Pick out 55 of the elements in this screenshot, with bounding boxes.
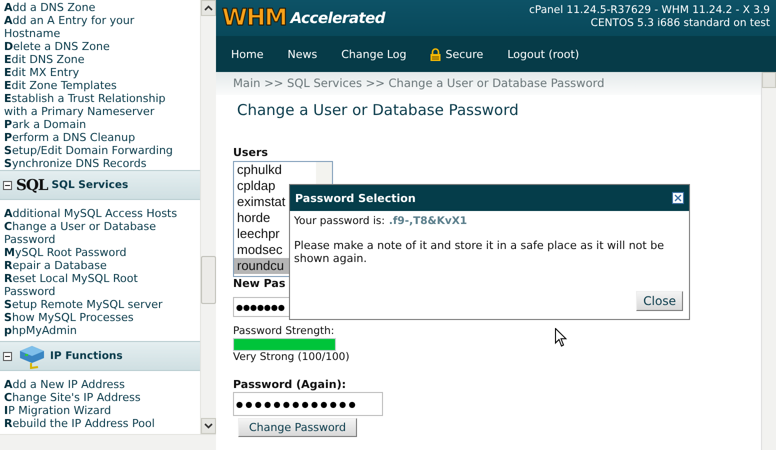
sidebar-link[interactable]: Add a New IP Address (4, 378, 186, 391)
generated-password: .f9-,T8&KvX1 (388, 215, 468, 227)
strength-label: Password Strength: (233, 325, 334, 338)
cursor-icon (555, 328, 567, 347)
section-header[interactable]: SQL SQL Services (0, 170, 200, 200)
sidebar-link[interactable]: Edit Zone Templates (4, 79, 186, 92)
sidebar-link[interactable]: Show MySQL Processes (4, 311, 186, 324)
section-header[interactable]: IP Functions (0, 341, 200, 371)
version-text: CENTOS 5.3 i686 standard on test (590, 17, 770, 30)
sidebar-link[interactable]: Additional MySQL Access Hosts (4, 207, 186, 220)
close-icon[interactable] (672, 192, 684, 204)
section-title: IP Functions (50, 350, 123, 362)
sidebar-link[interactable]: Setup Remote MySQL server (4, 298, 186, 311)
field-label: Password (Again): (233, 378, 347, 391)
sidebar-link[interactable]: Rebuild the IP Address Pool (4, 417, 186, 430)
sql-logo: SQL (16, 176, 48, 194)
sidebar-link[interactable]: Add a DNS Zone (4, 1, 186, 14)
sidebar-link[interactable]: MySQL Root Password (4, 246, 186, 259)
scrollbar-thumb[interactable] (201, 256, 216, 304)
section-title: SQL Services (51, 179, 128, 191)
sidebar-link[interactable]: IP Migration Wizard (4, 404, 186, 417)
sidebar-link[interactable]: Perform a DNS Cleanup (4, 131, 186, 144)
collapse-icon[interactable] (3, 180, 12, 190)
scrollbar[interactable] (0, 434, 216, 450)
nav-link[interactable]: News (287, 48, 318, 60)
list-option[interactable]: cphulkd (234, 162, 316, 178)
nav-link[interactable]: Home (231, 48, 264, 60)
close-button[interactable]: Close (636, 291, 683, 311)
sidebar-link[interactable]: Setup/Edit Domain Forwarding (4, 144, 186, 157)
scrollbar[interactable] (200, 0, 216, 434)
collapse-icon[interactable] (3, 352, 12, 360)
field-label: Users (233, 146, 269, 159)
sidebar-link[interactable]: Park a Domain (4, 118, 186, 131)
sidebar-link[interactable]: Change Site's IP Address (4, 391, 186, 404)
sidebar-link[interactable]: Edit MX Entry (4, 66, 186, 79)
lock-icon (430, 48, 442, 60)
sidebar-link[interactable]: phpMyAdmin (4, 324, 186, 337)
scroll-up-icon[interactable] (204, 5, 213, 11)
strength-reading: Very Strong (100/100) (233, 351, 350, 364)
sidebar-link[interactable]: Repair a Database (4, 259, 186, 272)
sidebar-link[interactable]: Delete a DNS Zone (4, 40, 186, 53)
nav-link[interactable]: Change Log (341, 48, 406, 60)
scrollbar[interactable] (761, 72, 776, 450)
page-title: Change a User or Database Password (237, 101, 520, 121)
nav-link[interactable]: Secure (430, 48, 484, 60)
sidebar-link[interactable]: Edit DNS Zone (4, 53, 186, 66)
scroll-down-icon[interactable] (204, 423, 213, 429)
nav-link[interactable]: Logout (root) (507, 48, 580, 60)
whm-logo: WHM Accelerated (222, 4, 386, 33)
version-text: cPanel 11.24.5-R37629 - WHM 11.24.2 - X 3.9 (529, 4, 770, 17)
breadcrumb: Main >> SQL Services >> Change a User or Database Password (216, 72, 761, 95)
sidebar-link[interactable]: Synchronize DNS Records (4, 157, 186, 170)
change-password-button[interactable]: Change Password (238, 418, 357, 437)
field-label: New Pas (233, 277, 286, 290)
password-field[interactable]: ●●●●●●●●●●●●● (233, 392, 383, 416)
